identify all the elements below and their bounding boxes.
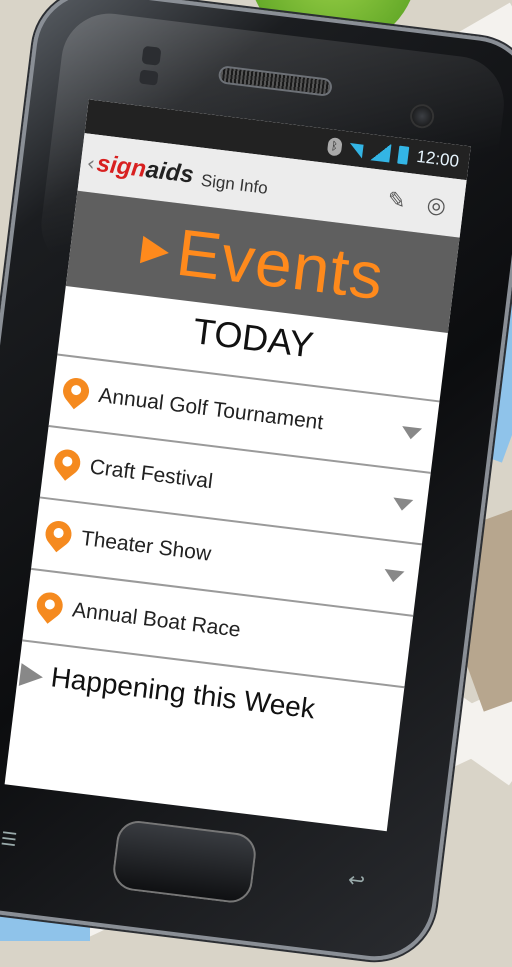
event-name: Annual Golf Tournament xyxy=(97,383,325,435)
back-arrow-icon[interactable]: ↩ xyxy=(343,866,371,893)
app-logo[interactable]: signaids xyxy=(95,150,195,190)
edit-icon[interactable]: ✎ xyxy=(382,186,411,215)
wifi-icon: ◥ xyxy=(348,138,365,160)
banner-title: Events xyxy=(172,214,389,314)
battery-icon xyxy=(397,145,410,165)
app-bar-actions: ✎ ◎ xyxy=(382,186,451,220)
chevron-down-icon[interactable] xyxy=(383,569,405,584)
map-pin-icon xyxy=(57,372,95,410)
back-icon[interactable]: ‹ xyxy=(85,151,96,176)
map-pin-icon xyxy=(31,587,68,624)
phone-device: ᛒ ◥ 12:00 ‹ signaids Sign Info ✎ ◎ ▶ Eve… xyxy=(0,0,512,967)
chevron-down-icon[interactable] xyxy=(400,426,423,441)
locate-icon[interactable]: ◎ xyxy=(422,191,451,220)
events-list: Annual Golf Tournament Craft Festival Th… xyxy=(22,353,440,689)
logo-sign-text: sign xyxy=(95,150,148,183)
proximity-sensor xyxy=(141,45,162,66)
map-pin-icon xyxy=(40,515,77,553)
status-time: 12:00 xyxy=(415,146,461,171)
expand-arrow-icon: ▶ xyxy=(18,655,46,694)
chevron-down-icon[interactable] xyxy=(391,497,414,512)
signal-icon xyxy=(369,142,392,163)
event-name: Annual Boat Race xyxy=(70,598,242,642)
banner-arrow-icon: ▶ xyxy=(139,226,172,271)
light-sensor xyxy=(139,69,159,86)
event-name: Theater Show xyxy=(79,526,213,566)
map-pin-icon xyxy=(49,444,86,481)
bluetooth-icon: ᛒ xyxy=(326,136,343,157)
app-title: Sign Info xyxy=(199,170,269,198)
event-name: Craft Festival xyxy=(88,455,215,494)
menu-icon[interactable]: ☰ xyxy=(0,828,23,851)
logo-aids-text: aids xyxy=(144,156,196,189)
